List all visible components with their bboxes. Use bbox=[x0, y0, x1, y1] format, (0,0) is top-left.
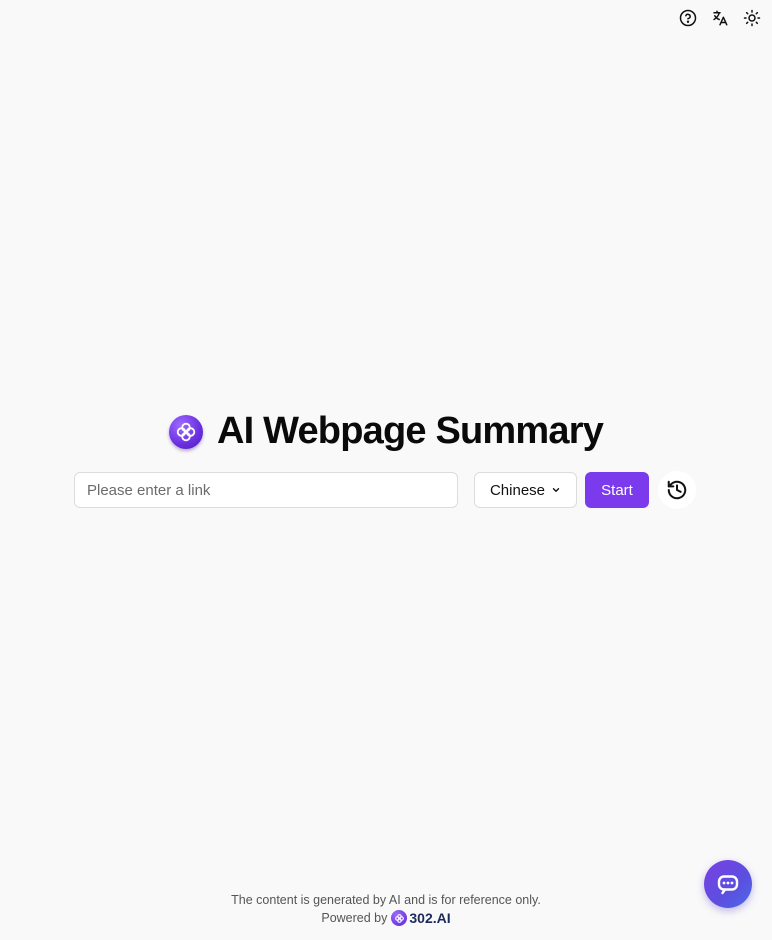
disclaimer-text: The content is generated by AI and is fo… bbox=[231, 893, 541, 907]
link-input[interactable] bbox=[74, 472, 458, 508]
chevron-down-icon bbox=[552, 488, 560, 492]
clover-logo-icon bbox=[176, 422, 196, 441]
history-icon bbox=[667, 480, 687, 500]
start-button[interactable]: Start bbox=[585, 472, 649, 508]
brand-link[interactable]: 302.AI bbox=[391, 909, 451, 927]
title-row: AI Webpage Summary bbox=[0, 410, 772, 453]
chat-button[interactable] bbox=[704, 860, 752, 908]
help-button[interactable] bbox=[676, 6, 700, 30]
powered-by: Powered by 302.AI bbox=[0, 909, 772, 927]
language-select[interactable]: Chinese bbox=[474, 472, 577, 508]
sun-icon bbox=[743, 9, 761, 27]
theme-toggle-button[interactable] bbox=[740, 6, 764, 30]
history-button[interactable] bbox=[658, 471, 696, 509]
summary-form: Chinese Start bbox=[74, 471, 696, 509]
language-select-value: Chinese bbox=[489, 481, 546, 499]
help-icon bbox=[679, 9, 697, 27]
language-button[interactable] bbox=[708, 6, 732, 30]
top-toolbar bbox=[676, 6, 764, 30]
page-title: AI Webpage Summary bbox=[216, 410, 604, 452]
brand-name: 302.AI bbox=[409, 910, 451, 926]
app-logo bbox=[168, 414, 203, 449]
chat-bubble-icon bbox=[717, 875, 739, 895]
brand-logo-icon bbox=[391, 910, 408, 926]
powered-by-label: Powered by bbox=[321, 911, 388, 925]
translate-icon bbox=[713, 10, 728, 26]
footer: The content is generated by AI and is fo… bbox=[0, 891, 772, 927]
page: AI Webpage Summary Chinese Start The con… bbox=[0, 0, 772, 940]
